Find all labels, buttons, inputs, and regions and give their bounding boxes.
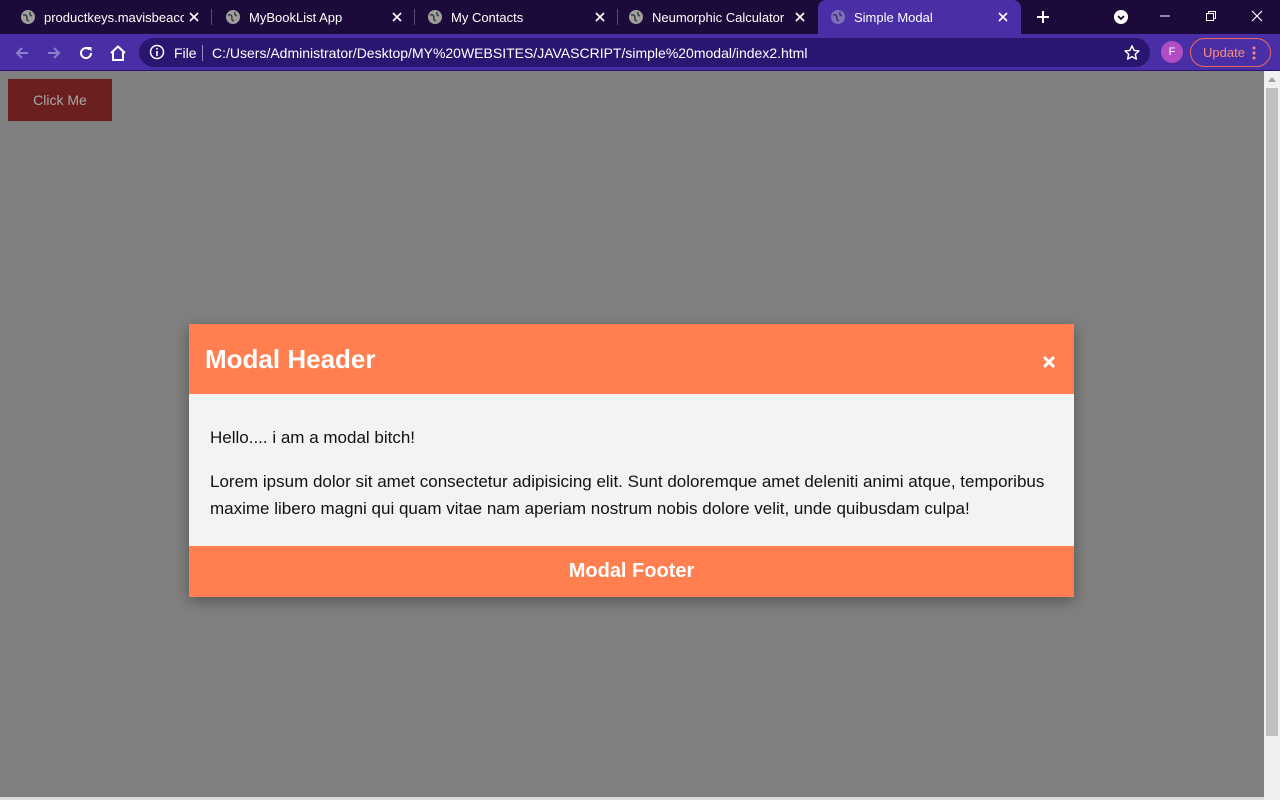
forward-button[interactable]: [41, 40, 67, 66]
tab-neumorphic-calculator[interactable]: Neumorphic Calculator: [618, 0, 818, 34]
address-bar[interactable]: File C:/Users/Administrator/Desktop/MY%2…: [139, 38, 1150, 67]
scheme-label: File: [174, 45, 197, 61]
globe-icon: [226, 10, 240, 24]
tab-mybooklist[interactable]: MyBookList App: [212, 0, 415, 34]
globe-icon: [21, 10, 35, 24]
forward-icon: [48, 47, 61, 59]
modal-body: Hello.... i am a modal bitch! Lorem ipsu…: [189, 394, 1074, 546]
scrollbar-thumb[interactable]: [1266, 88, 1278, 736]
home-icon: [110, 45, 126, 61]
close-icon[interactable]: [993, 7, 1013, 27]
modal-paragraph: Lorem ipsum dolor sit amet consectetur a…: [210, 472, 1045, 518]
modal-greeting: Hello.... i am a modal bitch!: [210, 428, 416, 447]
tab-productkeys[interactable]: productkeys.mavisbeacon.: [0, 0, 212, 34]
globe-icon: [629, 10, 643, 24]
omnibox-separator: [202, 45, 203, 61]
window-close-icon: [1251, 10, 1263, 22]
tab-simple-modal[interactable]: Simple Modal: [818, 0, 1021, 34]
close-icon: [1042, 355, 1056, 369]
star-icon[interactable]: [1123, 44, 1141, 62]
restore-button[interactable]: [1188, 0, 1234, 32]
minimize-icon: [1160, 15, 1170, 17]
scrollbar[interactable]: [1264, 71, 1280, 800]
tab-strip: productkeys.mavisbeacon. MyBookList App …: [0, 0, 1280, 34]
globe-icon: [428, 10, 442, 24]
plus-icon: [1037, 11, 1049, 23]
reload-icon: [80, 47, 93, 60]
window-close-button[interactable]: [1234, 0, 1280, 32]
modal-dialog: Modal Header Hello.... i am a modal bitc…: [189, 324, 1074, 597]
modal-footer: Modal Footer: [189, 546, 1074, 597]
update-label: Update: [1203, 45, 1245, 60]
browser-toolbar: File C:/Users/Administrator/Desktop/MY%2…: [0, 34, 1280, 71]
modal-close-button[interactable]: [1039, 352, 1059, 372]
tab-title: Neumorphic Calculator: [652, 9, 785, 25]
scroll-up-arrow[interactable]: [1268, 77, 1276, 82]
home-button[interactable]: [105, 40, 131, 66]
tab-title: Simple Modal: [854, 9, 933, 25]
new-tab-button[interactable]: [1031, 5, 1055, 29]
tab-search-button[interactable]: [1111, 7, 1131, 27]
tab-title: MyBookList App: [249, 9, 343, 25]
click-me-button[interactable]: Click Me: [8, 79, 112, 121]
tab-title: My Contacts: [451, 9, 524, 25]
url-text[interactable]: C:/Users/Administrator/Desktop/MY%20WEBS…: [212, 45, 807, 61]
chevron-down-icon: [1114, 10, 1128, 24]
tab-mycontacts[interactable]: My Contacts: [415, 0, 618, 34]
info-icon[interactable]: [149, 44, 165, 60]
tab-title: productkeys.mavisbeacon.: [44, 9, 184, 25]
restore-icon: [1206, 11, 1216, 21]
update-button[interactable]: Update: [1190, 38, 1271, 67]
close-icon[interactable]: [790, 7, 810, 27]
profile-avatar[interactable]: F: [1161, 41, 1183, 63]
kebab-menu-icon[interactable]: [1246, 45, 1262, 61]
close-icon[interactable]: [184, 7, 204, 27]
modal-title: Modal Header: [205, 344, 376, 374]
globe-icon: [831, 10, 845, 24]
modal-header: Modal Header: [189, 324, 1074, 394]
back-icon: [15, 47, 28, 59]
close-icon[interactable]: [387, 7, 407, 27]
close-icon[interactable]: [590, 7, 610, 27]
reload-button[interactable]: [73, 40, 99, 66]
minimize-button[interactable]: [1142, 0, 1188, 32]
back-button[interactable]: [9, 40, 35, 66]
